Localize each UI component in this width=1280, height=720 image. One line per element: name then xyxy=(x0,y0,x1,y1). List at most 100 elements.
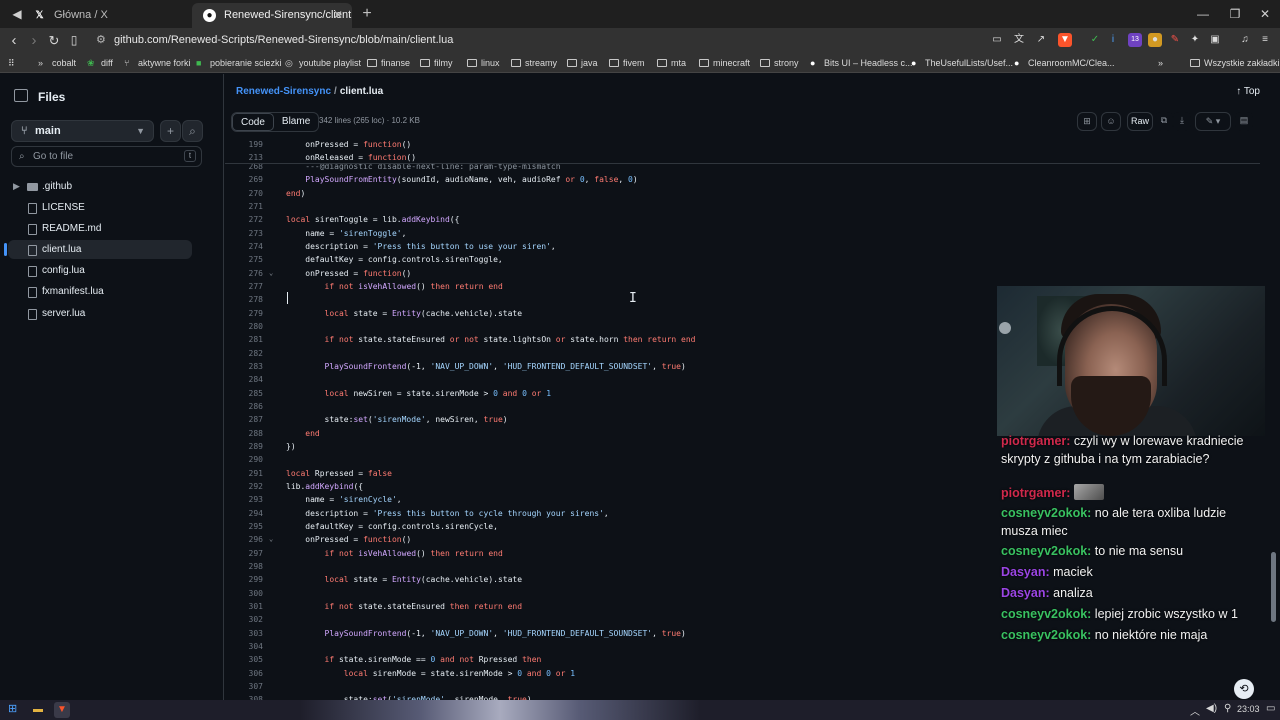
line-number[interactable]: 279 xyxy=(225,307,263,320)
bookmark-finanse[interactable]: finanse xyxy=(367,56,410,71)
bookmark-minecraft[interactable]: minecraft xyxy=(699,56,750,71)
line-number[interactable]: 295 xyxy=(225,520,263,533)
line-number[interactable]: 288 xyxy=(225,427,263,440)
bookmark-filmy[interactable]: filmy xyxy=(420,56,453,71)
bookmark-aktywne-forki[interactable]: ⑂ aktywne forki xyxy=(124,56,191,71)
code-line[interactable]: 274 description = 'Press this button to … xyxy=(225,240,1260,253)
line-number[interactable]: 290 xyxy=(225,453,263,466)
line-number[interactable]: 282 xyxy=(225,347,263,360)
tree-item-config-lua[interactable]: config.lua xyxy=(8,261,192,280)
line-number[interactable]: 199 xyxy=(225,138,263,151)
translate-icon[interactable]: 文 xyxy=(1012,33,1026,47)
tree-item-readme[interactable]: README.md xyxy=(8,219,192,238)
fold-chevron-icon[interactable]: ⌄ xyxy=(269,533,273,546)
line-number[interactable]: 277 xyxy=(225,280,263,293)
line-number[interactable]: 300 xyxy=(225,587,263,600)
bookmark-strony[interactable]: strony xyxy=(760,56,799,71)
menu-icon[interactable]: ≡ xyxy=(1258,33,1272,47)
brave-shield-icon[interactable]: ▼ xyxy=(1058,33,1072,47)
copilot-icon[interactable]: ☺ xyxy=(1101,112,1121,131)
reload-button[interactable]: ↻ xyxy=(44,31,64,50)
close-window-button[interactable]: ✕ xyxy=(1248,0,1280,28)
line-number[interactable]: 293 xyxy=(225,493,263,506)
add-file-button[interactable]: + xyxy=(160,120,181,142)
code-line[interactable]: 276 ⌄ onPressed = function() xyxy=(225,267,1260,280)
share-icon[interactable]: ↗ xyxy=(1034,33,1048,47)
fold-chevron-icon[interactable]: ⌄ xyxy=(269,267,273,280)
tab-code[interactable]: Code xyxy=(232,113,274,131)
line-number[interactable]: 271 xyxy=(225,200,263,213)
all-bookmarks-folder[interactable]: Wszystkie zakładki xyxy=(1190,56,1280,71)
restore-button[interactable]: ❐ xyxy=(1218,0,1252,28)
code-line[interactable]: 306 local sirenMode = state.sirenMode > … xyxy=(225,667,1260,680)
notification-icon[interactable]: ▭ xyxy=(1266,703,1275,714)
download-icon[interactable]: ⤓ xyxy=(1173,112,1191,131)
chevron-right-icon[interactable]: ▶ xyxy=(13,177,20,196)
bookmark-usefullists[interactable]: ● TheUsefulLists/Usef... xyxy=(911,56,1013,71)
sticky-code-line[interactable]: 213 onReleased = function() xyxy=(225,151,1260,164)
edit-button[interactable]: ✎ ▾ xyxy=(1195,112,1231,131)
extension-icon[interactable]: ● xyxy=(1148,33,1162,47)
site-info-icon[interactable]: ⚙ xyxy=(96,31,106,50)
branch-selector[interactable]: ⑂ main ▼ xyxy=(11,120,154,142)
back-button[interactable]: ‹ xyxy=(4,31,24,50)
line-number[interactable]: 302 xyxy=(225,613,263,626)
bookmark-linux[interactable]: linux xyxy=(467,56,500,71)
bookmark-mta[interactable]: mta xyxy=(657,56,686,71)
screen-icon[interactable]: ▭ xyxy=(990,33,1004,47)
line-number[interactable]: 285 xyxy=(225,387,263,400)
info-extension-icon[interactable]: i xyxy=(1106,33,1120,47)
address-bar[interactable]: ⚙ github.com/Renewed-Scripts/Renewed-Sir… xyxy=(88,31,988,50)
line-number[interactable]: 301 xyxy=(225,600,263,613)
check-extension-icon[interactable]: ✓ xyxy=(1088,33,1102,47)
code-line[interactable]: 275 defaultKey = config.controls.sirenTo… xyxy=(225,253,1260,266)
bookmark-java[interactable]: java xyxy=(567,56,598,71)
line-number[interactable]: 308 xyxy=(225,693,263,700)
forward-button[interactable]: › xyxy=(24,31,44,50)
bookmark-cobalt[interactable]: » cobalt xyxy=(38,56,76,71)
symbols-panel-icon[interactable]: ▤ xyxy=(1235,112,1253,131)
browser-tab-github[interactable]: ● Renewed-Sirensync/client.lua at ✕ xyxy=(192,3,352,28)
wallet-icon[interactable]: ▣ xyxy=(1208,33,1222,47)
tray-chevron-icon[interactable]: ︿ xyxy=(1190,703,1200,718)
top-button[interactable]: ↑ Top xyxy=(1236,86,1260,97)
bookmark-youtube-playlist[interactable]: ◎ youtube playlist xyxy=(285,56,361,71)
sticky-code-line[interactable]: 199 onPressed = function() xyxy=(225,138,1260,151)
search-button[interactable]: ⌕ xyxy=(182,120,203,142)
tree-item-github-dir[interactable]: ▶ .github xyxy=(8,177,192,196)
bookmark-diff[interactable]: ❀ diff xyxy=(87,56,113,71)
line-number[interactable]: 289 xyxy=(225,440,263,453)
tree-item-client-lua[interactable]: client.lua xyxy=(4,240,192,259)
bookmark-streamy[interactable]: streamy xyxy=(511,56,557,71)
raw-button[interactable]: Raw xyxy=(1127,112,1153,131)
browser-tab-x[interactable]: 𝕏 Główna / X xyxy=(22,3,192,28)
line-number[interactable]: 283 xyxy=(225,360,263,373)
code-line[interactable]: 273 name = 'sirenToggle', xyxy=(225,227,1260,240)
bookmark-cleanroommc[interactable]: ● CleanroomMC/Clea... xyxy=(1014,56,1115,71)
symbols-icon[interactable]: ⊞ xyxy=(1077,112,1097,131)
bookmark-pobieranie[interactable]: ■ pobieranie sciezki xyxy=(196,56,282,71)
new-tab-button[interactable]: + xyxy=(356,3,378,25)
line-number[interactable]: 278 xyxy=(225,293,263,306)
line-number[interactable]: 274 xyxy=(225,240,263,253)
line-number[interactable]: 305 xyxy=(225,653,263,666)
line-number[interactable]: 287 xyxy=(225,413,263,426)
code-line[interactable]: 271 xyxy=(225,200,1260,213)
network-icon[interactable]: ⚲ xyxy=(1224,703,1231,714)
line-number[interactable]: 275 xyxy=(225,253,263,266)
code-line[interactable]: 270 end) xyxy=(225,187,1260,200)
line-number[interactable]: 298 xyxy=(225,560,263,573)
tab-blame[interactable]: Blame xyxy=(274,113,318,131)
more-bookmarks-icon[interactable]: » xyxy=(1158,56,1163,71)
line-number[interactable]: 269 xyxy=(225,173,263,186)
volume-icon[interactable]: ◀) xyxy=(1206,703,1217,714)
line-number[interactable]: 213 xyxy=(225,151,263,164)
line-number[interactable]: 296 xyxy=(225,533,263,546)
music-icon[interactable]: ♫ xyxy=(1238,33,1252,47)
line-number[interactable]: 297 xyxy=(225,547,263,560)
bookmark-bits-ui[interactable]: ● Bits UI – Headless c... xyxy=(810,56,913,71)
extension-badge-icon[interactable]: 13 xyxy=(1128,33,1142,47)
line-number[interactable]: 280 xyxy=(225,320,263,333)
scroll-thumb[interactable] xyxy=(1271,552,1276,622)
tree-item-server-lua[interactable]: server.lua xyxy=(8,304,192,323)
